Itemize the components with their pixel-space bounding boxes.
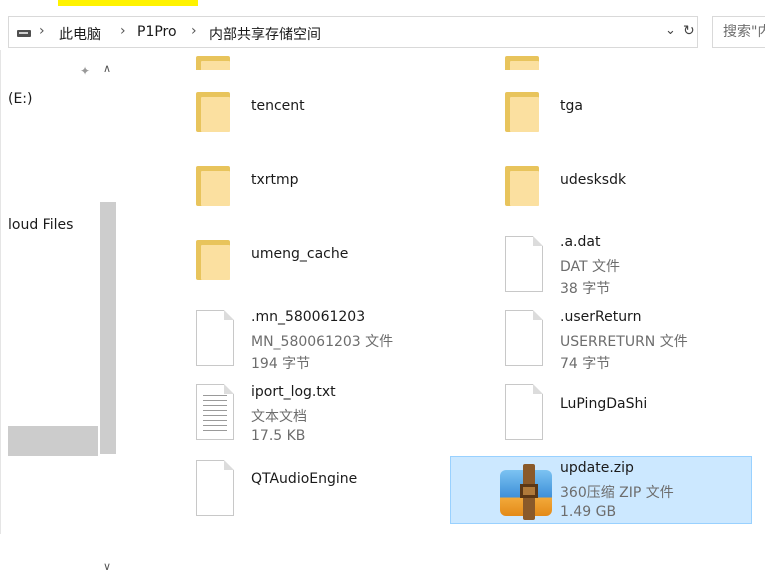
- file-type: 文本文档: [251, 409, 307, 425]
- folder-icon[interactable]: [505, 166, 539, 206]
- file-icon[interactable]: [505, 384, 543, 440]
- file-type: DAT 文件: [560, 259, 621, 275]
- search-box[interactable]: [712, 16, 765, 48]
- zip-archive-icon[interactable]: [496, 464, 556, 520]
- file-name-qtaudioengine[interactable]: QTAudioEngine: [251, 471, 357, 487]
- file-name-tencent[interactable]: tencent: [251, 98, 305, 114]
- refresh-icon[interactable]: ↻: [683, 23, 695, 39]
- drive-icon: [17, 30, 31, 37]
- nav-item-drive-e[interactable]: (E:): [8, 91, 33, 107]
- file-type: USERRETURN 文件: [560, 334, 688, 350]
- scrollbar-thumb[interactable]: [100, 202, 116, 454]
- breadcrumb-this-pc[interactable]: 此电脑: [59, 24, 101, 44]
- breadcrumb-p1pro[interactable]: P1Pro: [137, 24, 177, 40]
- folder-icon[interactable]: [196, 92, 230, 132]
- file-name-tga[interactable]: tga: [560, 98, 583, 114]
- chevron-right-icon[interactable]: ›: [191, 23, 197, 39]
- file-name-udesksdk[interactable]: udesksdk: [560, 172, 626, 188]
- folder-icon[interactable]: [196, 166, 230, 206]
- pane-divider: [0, 50, 1, 534]
- file-size: 194 字节: [251, 356, 311, 372]
- file-name-iport-log[interactable]: iport_log.txt: [251, 384, 336, 400]
- file-icon[interactable]: [196, 460, 234, 516]
- file-type: MN_580061203 文件: [251, 334, 394, 350]
- highlight-marker: [58, 0, 198, 6]
- file-icon[interactable]: [196, 310, 234, 366]
- pin-icon[interactable]: ✦: [80, 64, 90, 78]
- file-name-umeng-cache[interactable]: umeng_cache: [251, 246, 348, 262]
- file-size: 74 字节: [560, 356, 611, 372]
- chevron-right-icon[interactable]: ›: [39, 23, 45, 39]
- folder-icon[interactable]: [196, 240, 230, 280]
- folder-icon[interactable]: [505, 92, 539, 132]
- scroll-down-icon[interactable]: ∨: [103, 560, 111, 573]
- file-icon[interactable]: [505, 236, 543, 292]
- folder-icon[interactable]: [505, 56, 539, 70]
- nav-item-selected[interactable]: [8, 426, 98, 456]
- file-name-mn[interactable]: .mn_580061203: [251, 309, 365, 325]
- folder-icon[interactable]: [196, 56, 230, 70]
- search-input[interactable]: [723, 24, 765, 40]
- nav-item-cloud-files[interactable]: loud Files: [8, 217, 73, 233]
- file-size: 1.49 GB: [560, 504, 617, 520]
- file-size: 17.5 KB: [251, 428, 306, 444]
- navigation-pane: ✦ ∧ (E:) loud Files ∨: [0, 50, 118, 573]
- file-icon[interactable]: [505, 310, 543, 366]
- text-document-icon[interactable]: [196, 384, 234, 440]
- breadcrumb-internal-storage[interactable]: 内部共享存储空间: [209, 24, 321, 44]
- file-size: 38 字节: [560, 281, 611, 297]
- file-name-lupingdashi[interactable]: LuPingDaShi: [560, 396, 647, 412]
- chevron-right-icon[interactable]: ›: [120, 23, 126, 39]
- file-name-a-dat[interactable]: .a.dat: [560, 234, 600, 250]
- file-name-txrtmp[interactable]: txrtmp: [251, 172, 299, 188]
- file-name-userreturn[interactable]: .userReturn: [560, 309, 641, 325]
- file-type: 360压缩 ZIP 文件: [560, 485, 674, 501]
- file-name-update-zip[interactable]: update.zip: [560, 460, 634, 476]
- scroll-up-icon[interactable]: ∧: [103, 62, 111, 75]
- chevron-down-icon[interactable]: ⌄: [665, 23, 676, 38]
- address-bar[interactable]: › 此电脑 › P1Pro › 内部共享存储空间 ⌄ ↻: [8, 16, 698, 48]
